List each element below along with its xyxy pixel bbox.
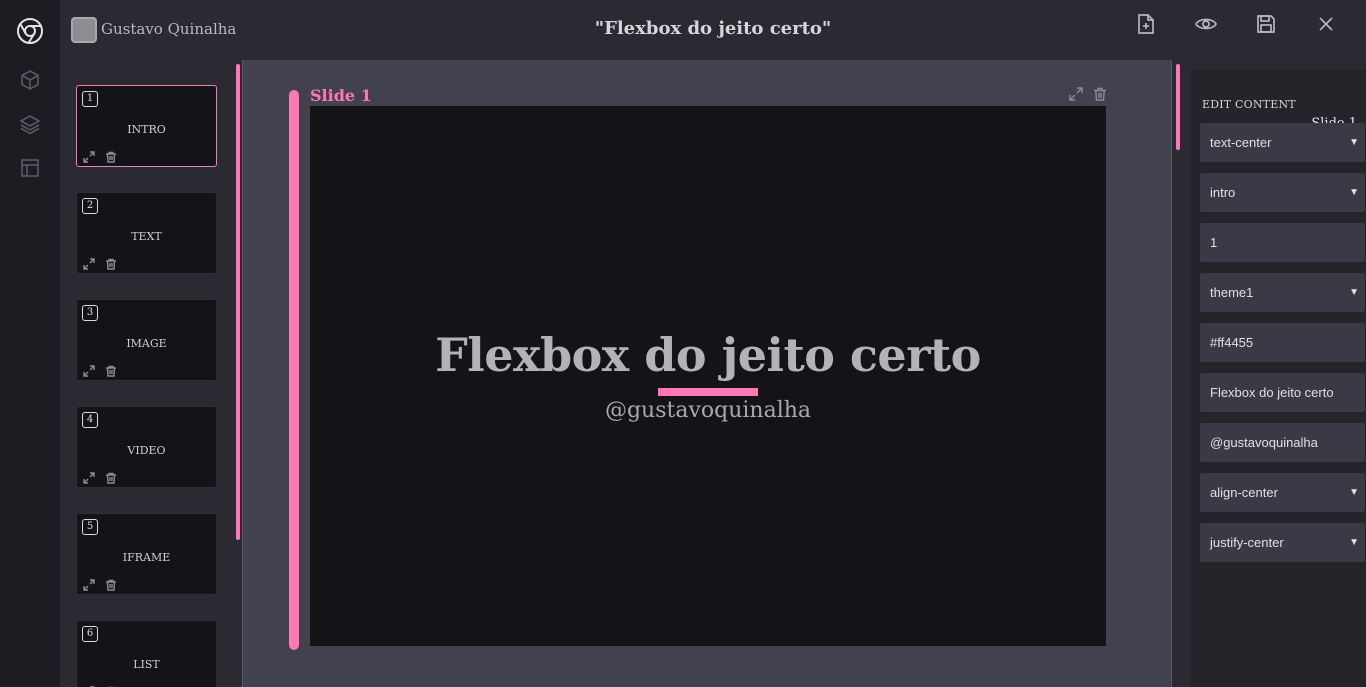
select-value: align-center xyxy=(1210,485,1278,500)
slide-type-label: INTRO xyxy=(127,123,166,136)
caret-down-icon: ▼ xyxy=(1349,537,1359,548)
expand-icon[interactable] xyxy=(83,576,95,591)
slide-type-select[interactable]: intro ▼ xyxy=(1200,173,1365,212)
slide-type-label: LIST xyxy=(133,658,160,671)
top-header: Gustavo Quinalha "Flexbox do jeito certo… xyxy=(60,0,1366,60)
close-button[interactable] xyxy=(1314,14,1338,38)
slide-type-label: IFRAME xyxy=(122,551,171,564)
slide-thumb-5[interactable]: 5 IFRAME xyxy=(76,513,217,595)
cube-icon[interactable] xyxy=(18,68,42,92)
canvas-area: Slide 1 Flexbox do jeito certo @gustavoq… xyxy=(242,60,1172,687)
edit-content-box: EDIT CONTENT Slide 1 text-center ▼ intro… xyxy=(1191,70,1366,687)
slide-thumb-4[interactable]: 4 VIDEO xyxy=(76,406,217,488)
slide-thumb-3[interactable]: 3 IMAGE xyxy=(76,299,217,381)
trash-icon[interactable] xyxy=(1093,86,1107,101)
expand-icon[interactable] xyxy=(83,362,95,377)
slide-number: 2 xyxy=(82,198,98,214)
document-title: "Flexbox do jeito certo" xyxy=(594,18,832,39)
save-button[interactable] xyxy=(1254,14,1278,38)
slide-title: Flexbox do jeito certo xyxy=(435,328,981,382)
expand-icon[interactable] xyxy=(83,148,95,163)
title-input[interactable]: Flexbox do jeito certo xyxy=(1200,373,1365,412)
expand-icon[interactable] xyxy=(1069,86,1083,101)
caret-down-icon: ▼ xyxy=(1349,287,1359,298)
select-value: theme1 xyxy=(1210,285,1254,300)
color-input[interactable]: #ff4455 xyxy=(1200,323,1365,362)
trash-icon[interactable] xyxy=(105,362,117,377)
caret-down-icon: ▼ xyxy=(1349,137,1359,148)
subtitle-input[interactable]: @gustavoquinalha xyxy=(1200,423,1365,462)
canvas-scrollbar[interactable] xyxy=(1176,64,1180,150)
edit-panel: EDIT CONTENT Slide 1 text-center ▼ intro… xyxy=(1183,60,1366,687)
slide-list: 1 INTRO 2 TEXT 3 IMAGE 4 VIDEO 5 IFRAME … xyxy=(60,60,234,687)
eye-icon xyxy=(1195,15,1217,37)
trash-icon[interactable] xyxy=(105,683,117,687)
caret-down-icon: ▼ xyxy=(1349,187,1359,198)
expand-icon[interactable] xyxy=(83,683,95,687)
slide-type-label: IMAGE xyxy=(126,337,167,350)
trash-icon[interactable] xyxy=(105,469,117,484)
input-value: #ff4455 xyxy=(1210,335,1254,350)
preview-button[interactable] xyxy=(1194,14,1218,38)
slide-subtitle: @gustavoquinalha xyxy=(604,398,812,423)
trash-icon[interactable] xyxy=(105,148,117,163)
expand-icon[interactable] xyxy=(83,255,95,270)
expand-icon[interactable] xyxy=(83,469,95,484)
trash-icon[interactable] xyxy=(105,576,117,591)
save-icon xyxy=(1256,14,1276,38)
layers-icon[interactable] xyxy=(18,112,42,136)
select-value: text-center xyxy=(1210,135,1272,150)
slide-thumb-2[interactable]: 2 TEXT xyxy=(76,192,217,274)
left-rail xyxy=(0,0,60,687)
input-value: Flexbox do jeito certo xyxy=(1210,385,1334,400)
input-value: @gustavoquinalha xyxy=(1210,435,1318,450)
slide-number: 6 xyxy=(82,626,98,642)
caret-down-icon: ▼ xyxy=(1349,487,1359,498)
slide-order-input[interactable]: 1 xyxy=(1200,223,1365,262)
close-icon xyxy=(1318,16,1334,36)
slide-type-label: VIDEO xyxy=(127,444,166,457)
theme-select[interactable]: theme1 ▼ xyxy=(1200,273,1365,312)
chrome-logo-icon[interactable] xyxy=(16,17,44,45)
slide-preview[interactable]: Flexbox do jeito certo @gustavoquinalha xyxy=(310,106,1106,646)
slide-thumb-1[interactable]: 1 INTRO xyxy=(76,85,217,167)
slide-thumb-6[interactable]: 6 LIST xyxy=(76,620,217,687)
new-file-button[interactable] xyxy=(1134,14,1158,38)
select-value: justify-center xyxy=(1210,535,1284,550)
input-value: 1 xyxy=(1210,235,1218,250)
slide-list-scrollbar[interactable] xyxy=(236,64,240,540)
align-select[interactable]: align-center ▼ xyxy=(1200,473,1365,512)
text-align-select[interactable]: text-center ▼ xyxy=(1200,123,1365,162)
panel-title: EDIT CONTENT xyxy=(1202,98,1296,111)
select-value: intro xyxy=(1210,185,1236,200)
slide-label: Slide 1 xyxy=(310,86,372,105)
slide-type-label: TEXT xyxy=(131,230,162,243)
slide-number: 3 xyxy=(82,305,98,321)
accent-divider xyxy=(658,388,758,396)
slide-number: 5 xyxy=(82,519,98,535)
slide-number: 4 xyxy=(82,412,98,428)
justify-select[interactable]: justify-center ▼ xyxy=(1200,523,1365,562)
new-file-icon xyxy=(1136,13,1156,39)
trash-icon[interactable] xyxy=(105,255,117,270)
slide-accent-bar xyxy=(289,90,299,650)
slide-number: 1 xyxy=(82,91,98,107)
layout-icon[interactable] xyxy=(18,156,42,180)
